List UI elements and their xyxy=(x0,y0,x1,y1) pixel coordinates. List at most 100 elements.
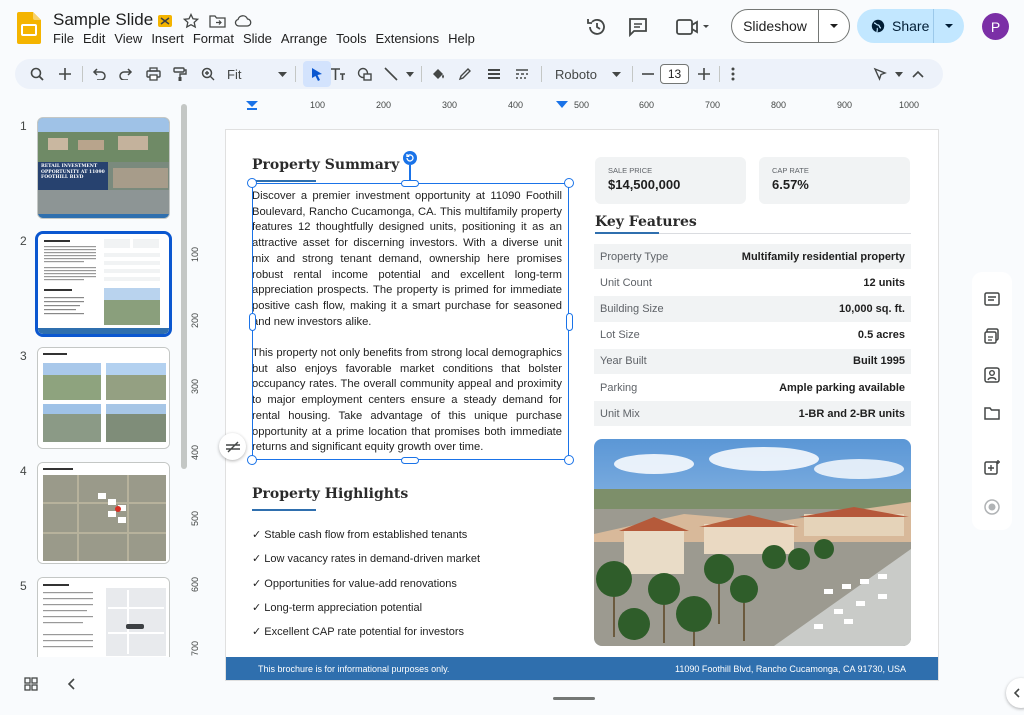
comments-icon[interactable] xyxy=(627,16,649,38)
slide-number: 1 xyxy=(20,119,27,133)
share-dropdown-icon[interactable] xyxy=(934,23,964,29)
select-tool-button[interactable] xyxy=(303,61,331,87)
decrease-font-size-icon[interactable] xyxy=(641,65,655,83)
share-label[interactable]: Share xyxy=(892,18,929,34)
footer-address: 11090 Foothill Blvd, Rancho Cucamonga, C… xyxy=(675,663,906,674)
side-panel xyxy=(972,272,1012,530)
increase-font-size-icon[interactable] xyxy=(697,65,711,83)
slides-logo-icon[interactable] xyxy=(17,12,41,44)
resize-handle-n[interactable] xyxy=(401,180,419,187)
summary-title[interactable]: Property Summary xyxy=(252,157,399,173)
undo-icon[interactable] xyxy=(91,65,107,83)
fill-color-icon[interactable] xyxy=(429,65,447,83)
new-slide-icon[interactable] xyxy=(57,65,73,83)
menu-file[interactable]: File xyxy=(53,31,80,46)
key-features-title[interactable]: Key Features xyxy=(595,214,697,230)
highlights-list[interactable]: ✓ Stable cash flow from established tena… xyxy=(252,528,480,649)
contacts-icon[interactable] xyxy=(983,366,1001,384)
folder-icon[interactable] xyxy=(983,404,1001,422)
summary-paragraph-1[interactable]: Discover a premier investment opportunit… xyxy=(252,189,562,330)
resize-handle-w[interactable] xyxy=(249,313,256,331)
right-indent-marker-icon[interactable] xyxy=(556,101,568,109)
slide-thumbnail-1[interactable]: RETAIL INVESTMENT OPPORTUNITY AT 11090 F… xyxy=(37,117,170,219)
key-features-table[interactable]: Property Type Multifamily residential pro… xyxy=(594,244,911,428)
slide-thumbnail-3[interactable] xyxy=(37,347,170,449)
sale-price-value: $14,500,000 xyxy=(608,177,681,192)
border-weight-icon[interactable] xyxy=(486,65,502,83)
meet-video-icon[interactable] xyxy=(676,17,710,37)
menu-help[interactable]: Help xyxy=(448,31,481,46)
font-size-input[interactable]: 13 xyxy=(660,64,689,84)
sale-price-card[interactable]: SALE PRICE $14,500,000 xyxy=(595,157,746,204)
feature-value: Built 1995 xyxy=(853,355,905,368)
cap-rate-card[interactable]: CAP RATE 6.57% xyxy=(759,157,910,204)
highlights-title[interactable]: Property Highlights xyxy=(252,486,408,502)
keep-icon[interactable] xyxy=(983,327,1001,345)
slide-canvas[interactable]: Property Summary Discover a premier inve… xyxy=(226,130,938,680)
summary-paragraph-2[interactable]: This property not only benefits from str… xyxy=(252,346,562,456)
horizontal-ruler[interactable]: 100 200 300 400 500 600 700 800 900 1000 xyxy=(226,99,938,113)
share-button[interactable]: Share xyxy=(857,9,964,43)
menu-edit[interactable]: Edit xyxy=(83,31,111,46)
side-panel-toggle[interactable] xyxy=(1006,678,1024,708)
zoom-select[interactable]: Fit xyxy=(227,65,287,83)
border-color-icon[interactable] xyxy=(457,65,473,83)
slides-addon-icon[interactable] xyxy=(156,12,174,30)
menu-arrange[interactable]: Arrange xyxy=(281,31,333,46)
hide-menus-icon[interactable] xyxy=(911,65,925,83)
zoom-icon[interactable] xyxy=(200,65,216,83)
slide-thumbnail-4[interactable] xyxy=(37,462,170,564)
document-title[interactable]: Sample Slide xyxy=(53,10,153,30)
slide-thumbnail-5[interactable] xyxy=(37,577,170,657)
font-select[interactable]: Roboto xyxy=(555,65,621,83)
resize-handle-s[interactable] xyxy=(401,457,419,464)
menu-slide[interactable]: Slide xyxy=(243,31,278,46)
print-icon[interactable] xyxy=(145,65,161,83)
slideshow-button[interactable]: Slideshow xyxy=(731,9,850,43)
slide-thumbnail-2[interactable] xyxy=(35,231,172,337)
left-indent-marker-icon[interactable] xyxy=(246,101,258,111)
resize-handle-nw[interactable] xyxy=(247,178,257,188)
version-history-icon[interactable] xyxy=(586,16,608,38)
move-folder-icon[interactable] xyxy=(208,12,226,30)
text-box-icon[interactable] xyxy=(329,65,347,83)
resize-handle-e[interactable] xyxy=(566,313,573,331)
record-icon[interactable] xyxy=(983,498,1001,516)
slideshow-dropdown-icon[interactable] xyxy=(819,23,849,29)
paint-format-icon[interactable] xyxy=(172,65,188,83)
vertical-ruler[interactable]: 100 200 300 400 500 600 700 xyxy=(188,120,204,660)
shape-icon[interactable] xyxy=(356,65,374,83)
slideshow-label[interactable]: Slideshow xyxy=(732,10,819,42)
editing-mode-select[interactable] xyxy=(873,65,903,83)
feature-key: Parking xyxy=(600,381,638,394)
redo-icon[interactable] xyxy=(118,65,134,83)
notes-drag-handle[interactable] xyxy=(553,697,595,700)
menu-tools[interactable]: Tools xyxy=(336,31,372,46)
summary-text-box[interactable]: Discover a premier investment opportunit… xyxy=(252,189,562,472)
rotate-handle[interactable] xyxy=(403,151,417,165)
menu-format[interactable]: Format xyxy=(193,31,240,46)
collapse-filmstrip-icon[interactable] xyxy=(66,677,76,691)
toolbar: Fit Roboto 13 xyxy=(15,59,943,89)
line-tool[interactable] xyxy=(384,65,414,83)
menu-view[interactable]: View xyxy=(114,31,148,46)
grid-view-icon[interactable] xyxy=(24,677,38,691)
strikethrough-resize-icon xyxy=(225,441,240,452)
property-photo[interactable] xyxy=(594,439,911,646)
resize-handle-sw[interactable] xyxy=(247,455,257,465)
search-menus-icon[interactable] xyxy=(29,65,45,83)
menu-extensions[interactable]: Extensions xyxy=(376,31,446,46)
autofit-button[interactable] xyxy=(219,433,246,460)
speaker-notes-icon[interactable] xyxy=(983,290,1001,308)
account-avatar[interactable]: P xyxy=(982,13,1009,40)
ruler-tick: 500 xyxy=(190,510,200,526)
filmstrip-scrollbar[interactable] xyxy=(181,104,187,469)
star-icon[interactable] xyxy=(182,12,200,30)
resize-handle-se[interactable] xyxy=(564,455,574,465)
resize-handle-ne[interactable] xyxy=(564,178,574,188)
border-dash-icon[interactable] xyxy=(514,65,530,83)
more-options-icon[interactable] xyxy=(726,65,740,83)
cloud-status-icon[interactable] xyxy=(234,12,252,30)
add-on-icon[interactable] xyxy=(983,459,1001,477)
menu-insert[interactable]: Insert xyxy=(151,31,190,46)
